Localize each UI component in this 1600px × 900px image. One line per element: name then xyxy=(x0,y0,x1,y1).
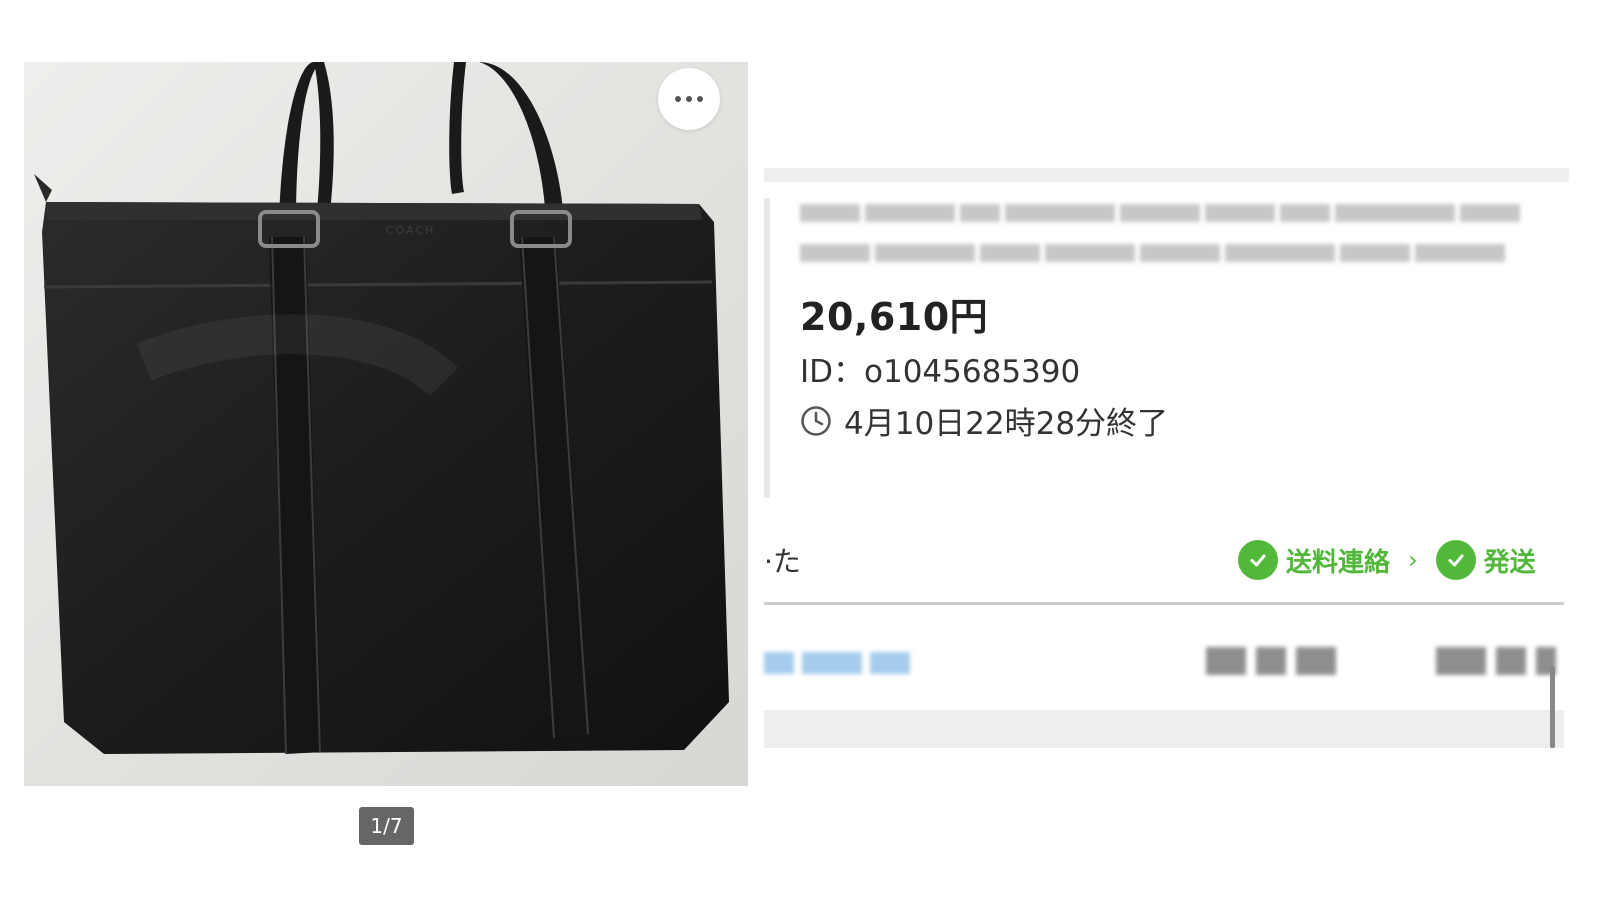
product-photo[interactable]: COACH xyxy=(24,62,748,786)
check-circle-icon xyxy=(1238,540,1278,580)
brand-stamp: COACH xyxy=(386,224,435,237)
more-horizontal-icon xyxy=(675,96,703,102)
step-shipping-contact[interactable]: 送料連絡 xyxy=(1238,540,1390,580)
end-time-row: 4月10日22時28分終了 xyxy=(800,398,1168,443)
top-separator xyxy=(764,168,1569,182)
left-border xyxy=(764,198,770,498)
image-pager: 1/7 xyxy=(359,807,414,845)
clock-icon xyxy=(801,405,831,436)
step-label: 送料連絡 xyxy=(1286,547,1391,578)
chevron-right-icon: › xyxy=(1408,546,1418,574)
tote-bag-image: COACH xyxy=(34,62,729,755)
bottom-separator xyxy=(764,710,1564,748)
end-time-text: 4月10日22時28分終了 xyxy=(844,406,1169,442)
auction-id: ID：o1045685390 xyxy=(800,354,1081,390)
scrollbar[interactable] xyxy=(1550,666,1555,748)
transaction-steps: 送料連絡 › 発送 xyxy=(1238,540,1536,580)
blurred-seller-link[interactable] xyxy=(764,648,910,678)
divider xyxy=(764,602,1564,605)
check-circle-icon xyxy=(1435,540,1476,580)
step-shipping[interactable]: 発送 xyxy=(1435,540,1536,580)
listing-panel: 20,610円 ID：o1045685390 4月10日22時28分終了 ·た … xyxy=(764,168,1600,750)
more-options-button[interactable] xyxy=(658,68,720,130)
current-price: 20,610円 xyxy=(800,295,989,339)
blurred-info xyxy=(1206,644,1556,678)
blurred-item-title xyxy=(800,200,1540,272)
step-label: 発送 xyxy=(1483,547,1536,578)
status-text: ·た xyxy=(764,545,801,578)
